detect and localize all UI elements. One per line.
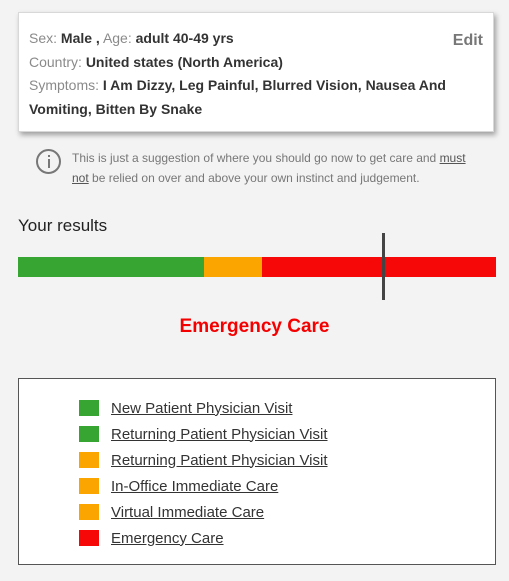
legend-label[interactable]: Returning Patient Physician Visit: [111, 426, 328, 443]
age-label: Age:: [102, 30, 132, 46]
legend-label[interactable]: Virtual Immediate Care: [111, 504, 264, 521]
legend-label[interactable]: Returning Patient Physician Visit: [111, 452, 328, 469]
disclaimer-text: This is just a suggestion of where you s…: [72, 149, 467, 188]
legend-item[interactable]: Returning Patient Physician Visit: [79, 424, 328, 444]
result-level-label: Emergency Care: [179, 316, 330, 337]
legend-label[interactable]: In-Office Immediate Care: [111, 478, 278, 495]
legend-swatch: [79, 400, 99, 416]
patient-summary-card: Sex: Male , Age: adult 40-49 yrs Country…: [18, 12, 494, 132]
legend-item[interactable]: Emergency Care: [79, 528, 224, 548]
bar-segment-orange: [204, 257, 262, 277]
legend-swatch: [79, 478, 99, 494]
sex-label: Sex:: [29, 30, 58, 46]
disclaimer-text-after: be relied on over and above your own ins…: [92, 170, 420, 185]
symptoms-label: Symptoms:: [29, 77, 100, 93]
care-level-bar: [18, 257, 496, 277]
legend-item[interactable]: New Patient Physician Visit: [79, 398, 292, 418]
symptoms-line: Symptoms: I Am Dizzy, Leg Painful, Blurr…: [29, 74, 481, 121]
country-value: United states (North America): [85, 53, 283, 70]
legend-label[interactable]: Emergency Care: [111, 530, 224, 547]
age-value: adult 40-49 yrs: [135, 30, 234, 46]
country-label: Country:: [29, 53, 82, 70]
legend-swatch: [79, 530, 99, 546]
results-title: Your results: [18, 216, 108, 235]
sex-value: Male ,: [60, 30, 100, 46]
legend-label[interactable]: New Patient Physician Visit: [111, 400, 292, 417]
sex-age-line: Sex: Male , Age: adult 40-49 yrs: [29, 27, 481, 51]
bar-segment-red: [262, 257, 496, 277]
bar-segment-green: [18, 257, 204, 277]
disclaimer-text-before: This is just a suggestion of where you s…: [72, 151, 437, 165]
result-marker: [382, 233, 386, 300]
legend-item[interactable]: In-Office Immediate Care: [79, 476, 278, 496]
country-line: Country: United states (North America): [29, 51, 481, 75]
care-legend: New Patient Physician Visit Returning Pa…: [18, 378, 496, 565]
legend-swatch: [79, 452, 99, 468]
legend-swatch: [79, 426, 99, 442]
legend-item[interactable]: Returning Patient Physician Visit: [79, 450, 328, 470]
legend-swatch: [79, 504, 99, 520]
info-icon: [36, 149, 61, 174]
legend-item[interactable]: Virtual Immediate Care: [79, 502, 264, 522]
edit-button[interactable]: Edit: [453, 29, 483, 53]
